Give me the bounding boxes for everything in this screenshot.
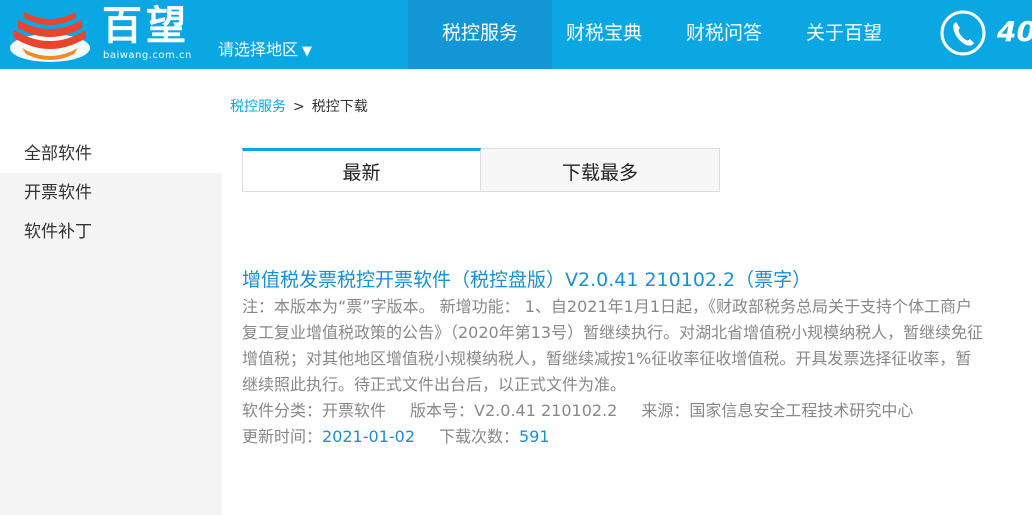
software-stats-line: 更新时间：2021-01-02 下载次数：591 (242, 424, 987, 450)
logo-domain: baiwang.com.cn (103, 50, 192, 61)
nav-item-tax-handbook[interactable]: 财税宝典 (552, 0, 664, 69)
tab-newest[interactable]: 最新 (242, 148, 481, 192)
breadcrumb-current: 税控下载 (311, 99, 368, 115)
breadcrumb-root-link[interactable]: 税控服务 (230, 99, 286, 115)
software-description: 注：本版本为“票”字版本。 新增功能： 1、自2021年1月1日起，《财政部税务… (242, 297, 984, 394)
sort-tabs: 最新 下载最多 (242, 148, 720, 192)
category-value: 开票软件 (322, 401, 387, 420)
source-value: 国家信息安全工程技术研究中心 (689, 401, 914, 420)
sidebar-item-all-software[interactable]: 全部软件 (0, 134, 222, 173)
software-title-link[interactable]: 增值税发票税控开票软件（税控盘版）V2.0.41 210102.2（票字） (242, 266, 987, 294)
version-label: 版本号： (410, 401, 475, 420)
hotline-number: 40 (997, 15, 1032, 48)
nav-item-tax-qa[interactable]: 财税问答 (664, 0, 784, 69)
software-entry: 增值税发票税控开票软件（税控盘版）V2.0.41 210102.2（票字） 注：… (242, 266, 987, 450)
baiwang-logo-icon[interactable] (4, 4, 96, 66)
nav-item-tax-control-service[interactable]: 税控服务 (408, 0, 553, 69)
downloads-value: 591 (519, 427, 550, 446)
breadcrumb-separator: > (293, 99, 305, 115)
updated-label: 更新时间： (242, 427, 323, 446)
nav-item-about[interactable]: 关于百望 (784, 0, 904, 69)
sidebar: 全部软件 开票软件 软件补丁 (0, 134, 222, 515)
category-label: 软件分类： (242, 401, 323, 420)
version-value: V2.0.41 210102.2 (474, 401, 618, 420)
updated-value: 2021-01-02 (322, 427, 415, 446)
software-meta-line: 软件分类：开票软件 版本号：V2.0.41 210102.2 来源：国家信息安全工程… (242, 398, 987, 424)
breadcrumb: 税控服务 > 税控下载 (230, 96, 368, 116)
main-nav: 税控服务 财税宝典 财税问答 关于百望 (408, 0, 904, 69)
sidebar-item-invoicing-software[interactable]: 开票软件 (0, 173, 222, 212)
logo-text: 百望 (102, 3, 190, 49)
region-label: 请选择地区 (218, 40, 299, 59)
region-selector[interactable]: 请选择地区 ▼ (218, 36, 312, 60)
tab-most-downloaded[interactable]: 下载最多 (481, 148, 720, 192)
caret-down-icon: ▼ (302, 44, 313, 59)
phone-icon (940, 10, 986, 56)
downloads-label: 下载次数： (439, 427, 520, 446)
top-header: 百望 baiwang.com.cn 请选择地区 ▼ 税控服务 财税宝典 财税问答 … (0, 0, 1032, 69)
sidebar-item-software-patches[interactable]: 软件补丁 (0, 212, 222, 251)
source-label: 来源： (641, 401, 690, 420)
